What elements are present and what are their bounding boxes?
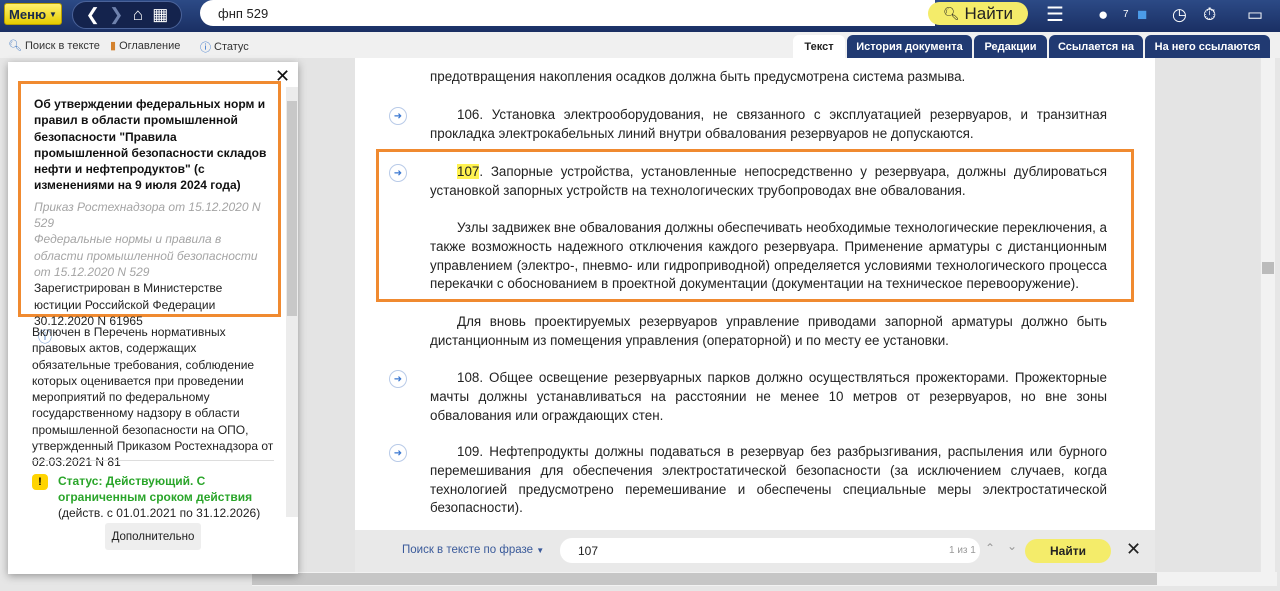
user-icon[interactable]: ● (1098, 5, 1108, 25)
back-icon[interactable]: ❮ (86, 5, 100, 25)
search-mode-label: Поиск в тексте по фразе (402, 544, 534, 556)
caret-down-icon: ▼ (49, 9, 57, 19)
find-input[interactable]: 107 (560, 538, 980, 563)
magnifier-icon: 🔍︎ (8, 40, 22, 52)
paragraph-106: 106. Установка электрооборудования, не с… (430, 106, 1107, 144)
contents-button[interactable]: ▮ Оглавление (110, 39, 181, 53)
order-reference: Приказ Ростехнадзора от 15.12.2020 N 529 (34, 199, 261, 231)
paragraph-text: 109. Нефтепродукты должны подаваться в р… (430, 444, 1107, 516)
status-panel: ✕ Об утверждении федеральных норм и прав… (8, 62, 298, 574)
scroll-thumb[interactable] (1262, 262, 1274, 274)
search-in-text-label: Поиск в тексте (24, 39, 100, 52)
inclusion-info: Включен в Перечень нормативных правовых … (32, 325, 274, 470)
forward-icon[interactable]: ❯ (109, 5, 123, 25)
arrow-right-icon[interactable]: ➜ (389, 164, 407, 182)
paragraph: Для вновь проектируемых резервуаров упра… (430, 313, 1107, 351)
find-label: Найти (964, 3, 1014, 23)
document-page: предотвращения накопления осадков должна… (355, 58, 1155, 530)
paragraph-text: Узлы задвижек вне обвалования должны обе… (430, 220, 1107, 292)
search-in-text-button[interactable]: 🔍︎ Поиск в тексте (8, 39, 100, 53)
tab-history[interactable]: История документа (847, 35, 972, 58)
nav-group: ❮ ❯ ⌂ ▦ (72, 1, 182, 29)
status-block: Статус: Действующий. С ограниченным срок… (58, 473, 278, 521)
scroll-thumb[interactable] (287, 101, 297, 316)
status-label: Статус (214, 41, 249, 53)
folder-icon[interactable]: ■ (1137, 5, 1147, 25)
registration-info: Зарегистрирован в Министерстве юстиции Р… (34, 281, 223, 328)
apps-grid-icon[interactable]: ▦ (152, 5, 168, 25)
search-icon: 🔍︎ (942, 5, 960, 21)
menu-label: Меню (9, 6, 47, 22)
paragraph-text: 108. Общее освещение резервуарных парков… (430, 370, 1107, 423)
paragraph-text: . Запорные устройства, установленные неп… (430, 164, 1107, 198)
tab-referenced-by[interactable]: На него ссылаются (1145, 35, 1270, 58)
caret-down-icon: ▼ (536, 546, 545, 555)
contents-label: Оглавление (119, 39, 181, 52)
hamburger-menu-icon[interactable]: ☰ (1046, 2, 1064, 27)
horizontal-scrollbar[interactable] (252, 572, 1277, 586)
status-button[interactable]: ⓘ Статус (200, 39, 249, 55)
chevron-up-icon[interactable]: ⌃ (985, 541, 995, 555)
vertical-scrollbar[interactable] (1261, 58, 1275, 572)
tab-text[interactable]: Текст (793, 35, 845, 58)
validity-text: (действ. с 01.01.2021 по 31.12.2026) (58, 506, 261, 520)
top-bar: Меню ▼ ❮ ❯ ⌂ ▦ фнп 529 🔍︎ Найти ☰ ● 7 ■ ◷ … (0, 0, 1280, 32)
tab-refers-to[interactable]: Ссылается на (1049, 35, 1143, 58)
scroll-thumb[interactable] (252, 573, 1157, 585)
paragraph: предотвращения накопления осадков должна… (430, 69, 966, 84)
close-icon[interactable]: ✕ (1126, 539, 1141, 560)
find-next-button[interactable]: Найти (1025, 539, 1111, 563)
panel-scrollbar[interactable] (286, 87, 298, 517)
timer-icon[interactable]: ⏱ (1203, 5, 1216, 25)
user-badge-count: 7 (1123, 9, 1129, 20)
search-mode-dropdown[interactable]: Поиск в тексте по фразе ▼ (402, 544, 544, 556)
divider (32, 460, 274, 461)
arrow-right-icon[interactable]: ➜ (389, 444, 407, 462)
chevron-down-icon[interactable]: ⌄ (1007, 539, 1017, 553)
tab-editions[interactable]: Редакции (974, 35, 1047, 58)
info-icon: ⓘ (200, 42, 211, 54)
more-button[interactable]: Дополнительно (105, 523, 201, 550)
paragraph-text: Для вновь проектируемых резервуаров упра… (430, 314, 1107, 348)
arrow-right-icon[interactable]: ➜ (389, 370, 407, 388)
feedback-icon[interactable]: ▭ (1247, 5, 1263, 25)
menu-button[interactable]: Меню ▼ (4, 3, 62, 25)
fnp-reference: Федеральные нормы и правила в области пр… (34, 232, 258, 279)
book-icon: ▮ (110, 40, 117, 52)
search-match: 107 (457, 164, 480, 179)
paragraph-109: 109. Нефтепродукты должны подаваться в р… (430, 443, 1107, 518)
paragraph-108: 108. Общее освещение резервуарных парков… (430, 369, 1107, 425)
status-text: Статус: Действующий. С ограниченным срок… (58, 474, 253, 504)
home-icon[interactable]: ⌂ (133, 5, 143, 25)
warning-icon: ! (32, 474, 48, 490)
document-title: Об утверждении федеральных норм и правил… (34, 97, 267, 193)
document-info-box: Об утверждении федеральных норм и правил… (18, 81, 281, 345)
arrow-right-icon[interactable]: ➜ (389, 107, 407, 125)
find-button[interactable]: 🔍︎ Найти (928, 2, 1028, 25)
clock-icon[interactable]: ◷ (1172, 5, 1187, 25)
search-input[interactable]: фнп 529 (200, 0, 935, 26)
find-in-text-bar: Поиск в тексте по фразе ▼ 107 1 из 1 ⌃ ⌄… (355, 530, 1155, 572)
paragraph-107: 107. Запорные устройства, установленные … (430, 163, 1107, 201)
match-counter: 1 из 1 (949, 545, 976, 556)
paragraph: Узлы задвижек вне обвалования должны обе… (430, 219, 1107, 294)
paragraph-text: 106. Установка электрооборудования, не с… (430, 107, 1107, 141)
